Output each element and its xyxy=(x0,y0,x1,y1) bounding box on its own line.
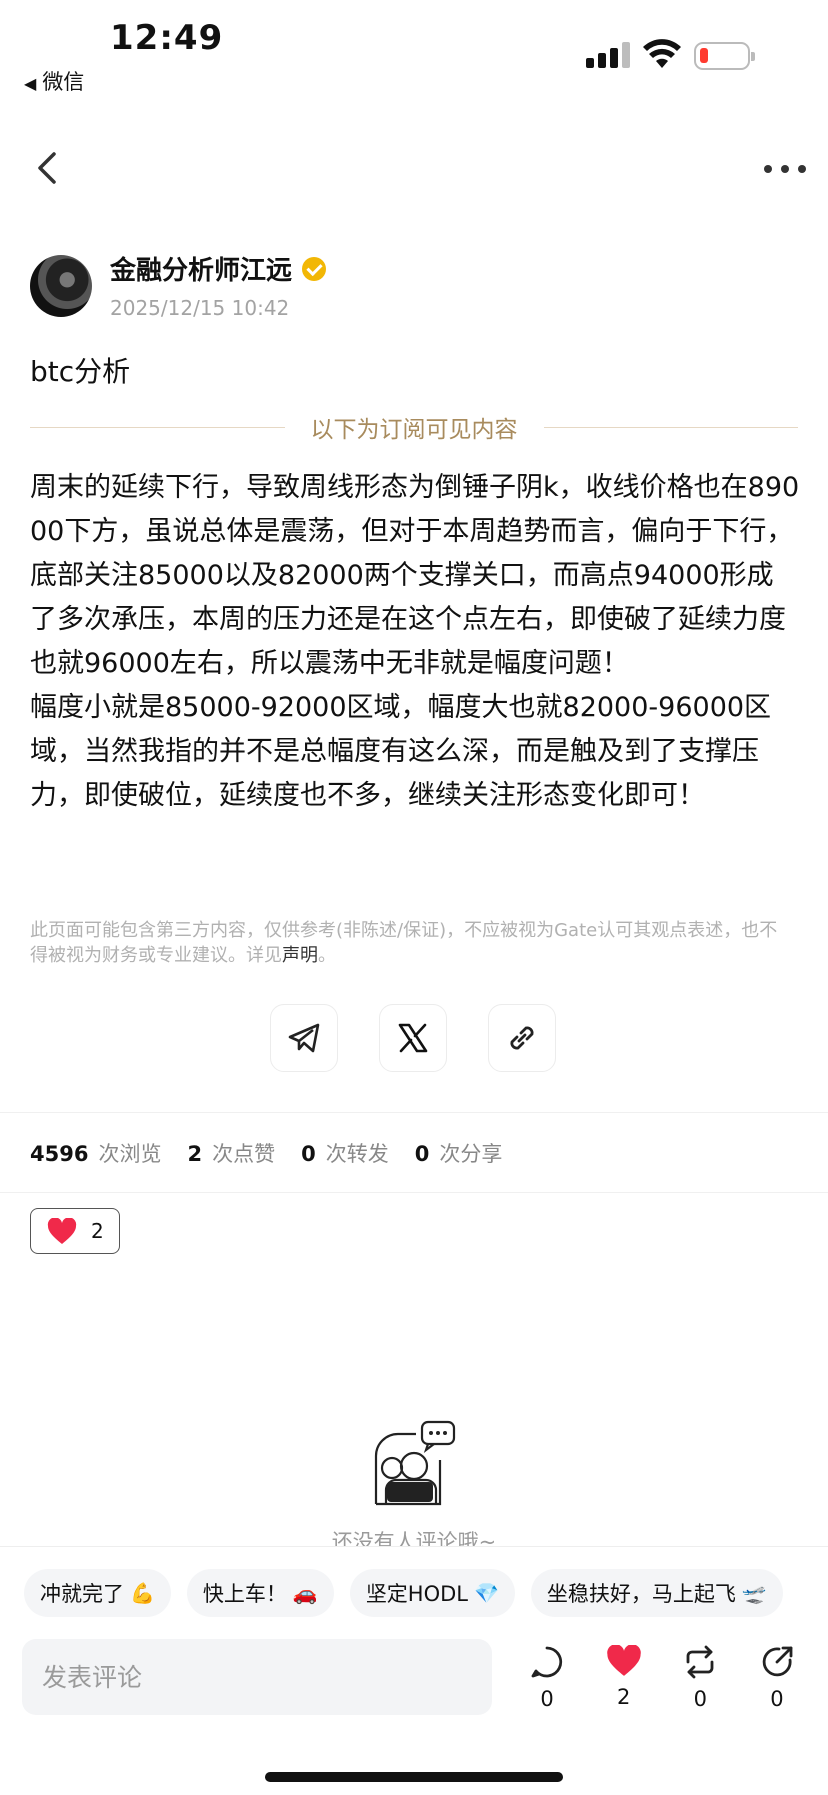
share-count: 0 xyxy=(770,1687,784,1711)
post-content: 周末的延续下行，导致周线形态为倒锤子阴k，收线价格也在89000下方，虽说总体是… xyxy=(30,472,800,811)
quick-reply-chip[interactable]: 冲就完了 💪 xyxy=(24,1569,171,1617)
back-app-label: 微信 xyxy=(42,70,85,94)
disclaimer: 此页面可能包含第三方内容，仅供参考(非陈述/保证)，不应被视为Gate认可其观点… xyxy=(30,918,790,968)
wifi-icon xyxy=(643,39,681,68)
like-action-button[interactable]: 2 xyxy=(589,1645,659,1725)
no-comments-illustration-icon xyxy=(374,1420,456,1506)
post-title: btc分析 xyxy=(30,355,131,388)
disclaimer-text: 此页面可能包含第三方内容，仅供参考(非陈述/保证)，不应被视为Gate认可其观点… xyxy=(30,920,778,966)
copy-link-button[interactable] xyxy=(488,1004,556,1072)
comment-count: 0 xyxy=(540,1687,554,1711)
repost-action-button[interactable]: 0 xyxy=(665,1645,735,1725)
post-stats: 4596 次浏览 2 次点赞 0 次转发 0 次分享 xyxy=(30,1138,528,1168)
share-x-button[interactable] xyxy=(379,1004,447,1072)
section-divider xyxy=(0,1112,828,1113)
empty-comments-text: 还没有人评论哦~ xyxy=(331,1530,497,1546)
heart-icon xyxy=(47,1217,77,1244)
comment-input[interactable] xyxy=(22,1639,492,1715)
car-emoji-icon: 🚗 xyxy=(292,1581,318,1605)
reposts-unit: 次转发 xyxy=(325,1142,389,1166)
views-count: 4596 xyxy=(30,1142,89,1166)
quick-reply-text: 快上车！ xyxy=(202,1582,287,1606)
back-to-app-link[interactable]: ◀ 微信 xyxy=(24,66,84,96)
comment-bubble-icon xyxy=(531,1646,563,1678)
flexed-biceps-emoji-icon: 💪 xyxy=(130,1581,155,1605)
more-options-icon[interactable] xyxy=(764,154,806,184)
share-action-button[interactable]: 0 xyxy=(742,1645,812,1725)
cellular-signal-icon xyxy=(586,42,630,68)
subscription-divider-label: 以下为订阅可见内容 xyxy=(310,417,518,443)
disclaimer-statement-link[interactable]: 声明 xyxy=(282,945,318,966)
status-time: 12:49 xyxy=(110,18,224,58)
quick-reply-chip[interactable]: 坐稳扶好，马上起飞 🛫 xyxy=(530,1569,783,1617)
disclaimer-end: 。 xyxy=(318,945,336,966)
bottom-comment-bar: 冲就完了💪 快上车！🚗 坚定HODL💎 坐稳扶好，马上起飞🛫 0 2 xyxy=(0,1546,828,1795)
repost-icon xyxy=(686,1645,714,1679)
quick-reply-text: 坚定HODL xyxy=(365,1582,469,1606)
back-triangle-icon: ◀ xyxy=(24,74,37,93)
heart-reaction-chip[interactable]: 2 xyxy=(30,1208,120,1254)
x-icon xyxy=(398,1023,428,1053)
likes-unit: 次点赞 xyxy=(212,1142,276,1166)
likes-count: 2 xyxy=(187,1142,203,1166)
quick-reply-chip[interactable]: 快上车！ 🚗 xyxy=(186,1569,334,1617)
share-buttons xyxy=(270,1004,556,1074)
reaction-count: 2 xyxy=(91,1219,104,1243)
back-arrow-icon[interactable] xyxy=(30,148,66,188)
airplane-departure-emoji-icon: 🛫 xyxy=(741,1581,767,1605)
quick-reply-text: 坐稳扶好，马上起飞 xyxy=(546,1582,736,1606)
share-arrow-icon xyxy=(762,1646,793,1677)
author-name: 金融分析师江远 xyxy=(110,256,293,286)
home-indicator xyxy=(265,1772,563,1782)
repost-count: 0 xyxy=(693,1687,707,1711)
author-avatar[interactable] xyxy=(30,255,92,317)
views-unit: 次浏览 xyxy=(98,1142,162,1166)
share-telegram-button[interactable] xyxy=(270,1004,338,1072)
comment-action-button[interactable]: 0 xyxy=(512,1645,582,1725)
section-divider xyxy=(0,1192,828,1193)
link-icon xyxy=(510,1026,534,1050)
heart-filled-icon xyxy=(606,1645,641,1676)
battery-icon xyxy=(694,42,755,70)
telegram-icon xyxy=(288,1023,320,1053)
shares-count: 0 xyxy=(414,1142,430,1166)
reposts-count: 0 xyxy=(301,1142,316,1166)
like-count: 2 xyxy=(616,1685,631,1709)
author-name-row[interactable]: 金融分析师江远 xyxy=(110,250,327,287)
quick-reply-text: 冲就完了 xyxy=(40,1582,124,1606)
verified-badge-icon xyxy=(302,256,327,281)
quick-reply-chip[interactable]: 坚定HODL 💎 xyxy=(349,1569,515,1617)
gem-emoji-icon: 💎 xyxy=(474,1581,499,1605)
shares-unit: 次分享 xyxy=(439,1142,503,1166)
quick-reply-chips: 冲就完了 💪 快上车！ 🚗 坚定HODL 💎 坐稳扶好，马上起飞 🛫 xyxy=(24,1569,828,1617)
post-actions: 0 2 0 0 xyxy=(512,1645,812,1725)
subscription-divider: 以下为订阅可见内容 xyxy=(30,410,798,444)
status-bar: 12:49 ◀ 微信 xyxy=(0,0,828,100)
post-timestamp: 2025/12/15 10:42 xyxy=(110,296,290,320)
